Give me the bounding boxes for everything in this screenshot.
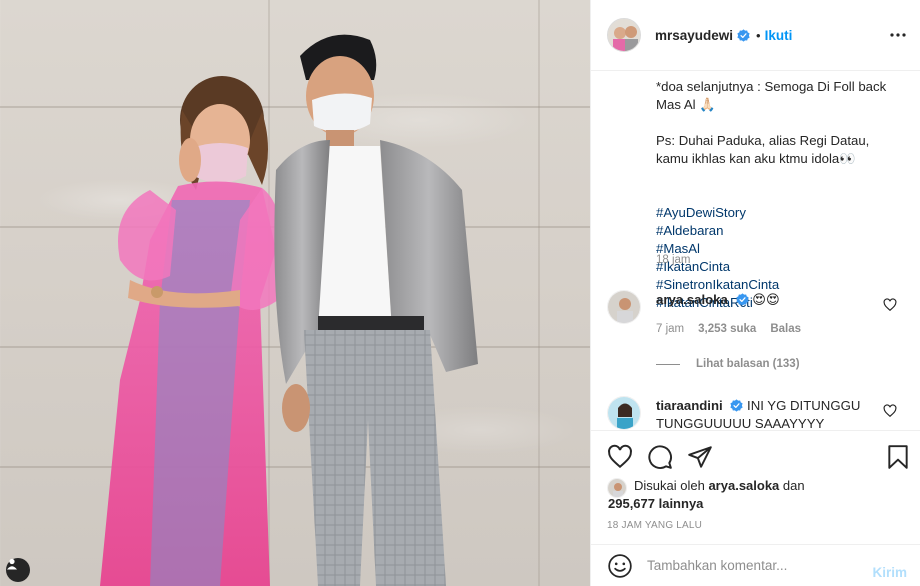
- hashtag-link[interactable]: #SinetronIkatanCinta: [656, 277, 779, 292]
- paper-plane-icon[interactable]: [687, 444, 713, 470]
- user-tag-button[interactable]: [6, 558, 30, 582]
- comment-input[interactable]: [647, 558, 857, 573]
- more-horizontal-icon: [890, 33, 906, 37]
- comment-likes[interactable]: 3,253 suka: [698, 323, 756, 335]
- post-photo[interactable]: [0, 0, 590, 586]
- hashtag-link[interactable]: #Aldebaran: [656, 223, 723, 238]
- comment-avatar[interactable]: [607, 396, 641, 430]
- post-caption: *doa selanjutnya : Semoga Di Foll back M…: [656, 78, 896, 312]
- action-bar: [591, 430, 920, 482]
- comments-list[interactable]: *doa selanjutnya : Semoga Di Foll back M…: [591, 72, 920, 430]
- photo-illustration: [100, 34, 478, 586]
- heart-outline-icon[interactable]: [883, 404, 897, 418]
- emoji-smile-icon[interactable]: [607, 553, 633, 579]
- reply-button[interactable]: Balas: [770, 323, 801, 335]
- comment-meta: 7 jam 3,253 suka Balas: [656, 323, 801, 335]
- verified-badge-icon: [730, 399, 743, 412]
- post-sidebar: mrsayudewi • Ikuti *doa selanjutnya : Se…: [590, 0, 920, 586]
- liked-by-user[interactable]: arya.saloka: [708, 478, 779, 493]
- follow-button[interactable]: Ikuti: [765, 28, 793, 43]
- comment-avatar[interactable]: [607, 290, 641, 324]
- comment-username[interactable]: tiaraandini: [656, 398, 723, 413]
- caption-line-2: Ps: Duhai Paduka, alias Regi Datau, kamu…: [656, 133, 870, 166]
- liked-by-and: dan: [782, 478, 805, 493]
- post-timestamp[interactable]: 18 JAM YANG LALU: [607, 520, 702, 531]
- heart-outline-icon[interactable]: [607, 444, 633, 470]
- author-username[interactable]: mrsayudewi: [655, 28, 733, 43]
- comment-username[interactable]: arya.saloka: [656, 292, 728, 307]
- caption-line-1: *doa selanjutnya : Semoga Di Foll back M…: [656, 79, 887, 112]
- comment-time: 7 jam: [656, 323, 685, 335]
- caption-time: 18 jam: [656, 254, 691, 266]
- user-tag-icon: [7, 558, 17, 570]
- bookmark-icon[interactable]: [885, 444, 911, 470]
- view-replies-button[interactable]: Lihat balasan (133): [656, 358, 800, 370]
- heart-outline-icon[interactable]: [883, 298, 897, 312]
- post-comment-button[interactable]: Kirim: [872, 565, 907, 580]
- liked-by-others[interactable]: 295,677 lainnya: [608, 495, 703, 513]
- comment-bubble-icon[interactable]: [647, 444, 673, 470]
- view-replies-label: Lihat balasan (133): [696, 358, 800, 370]
- author-avatar[interactable]: [607, 18, 641, 52]
- more-options-button[interactable]: [889, 26, 907, 44]
- hashtag-link[interactable]: #AyuDewiStory: [656, 205, 746, 220]
- add-comment-bar: Kirim: [591, 544, 920, 586]
- verified-badge-icon: [735, 293, 749, 306]
- header-separator: •: [756, 27, 761, 43]
- comment-text: 😍😍: [752, 292, 780, 307]
- verified-badge-icon: [737, 28, 750, 42]
- post-dialog: mrsayudewi • Ikuti *doa selanjutnya : Se…: [0, 0, 920, 586]
- post-header: mrsayudewi • Ikuti: [591, 0, 920, 71]
- liked-by-prefix: Disukai oleh: [634, 478, 705, 493]
